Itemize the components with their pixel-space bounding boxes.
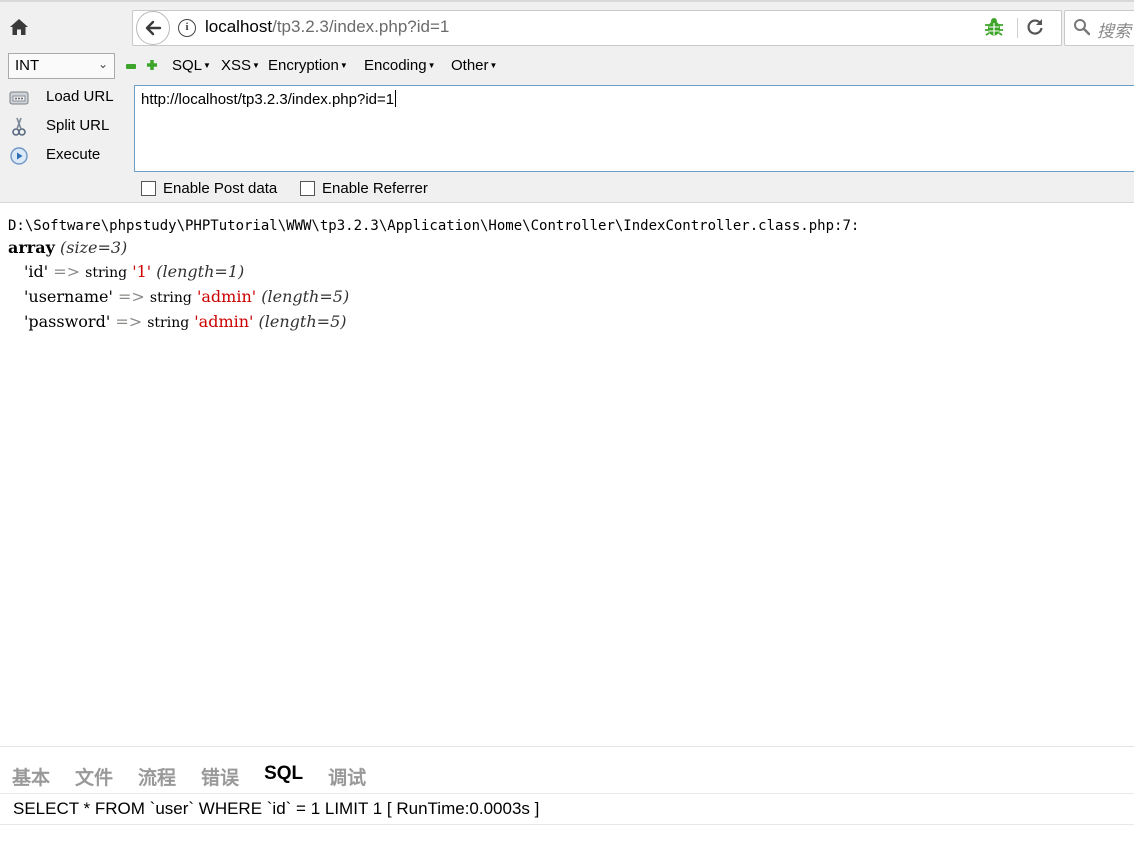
tab-basic[interactable]: 基本 [12, 763, 50, 790]
menu-other[interactable]: Other▼ [451, 57, 497, 74]
dump-value: 'admin' [196, 287, 257, 306]
menu-encoding[interactable]: Encoding▼ [364, 57, 435, 74]
execute-button[interactable]: Execute [6, 144, 126, 168]
bug-icon[interactable] [984, 17, 1004, 37]
divider [0, 824, 1134, 825]
dump-length: (length=5) [258, 312, 347, 331]
caret-down-icon: ▼ [427, 61, 436, 70]
referrer-label: Enable Referrer [322, 180, 428, 197]
post-data-label: Enable Post data [163, 180, 278, 197]
caret-down-icon: ▼ [339, 61, 348, 70]
scissors-icon [12, 117, 26, 136]
dump-row: 'id' => string '1' (length=1) [8, 260, 859, 285]
decrease-icon[interactable] [126, 64, 136, 69]
divider [0, 793, 1134, 794]
caret-down-icon: ▼ [203, 61, 211, 70]
home-icon [10, 19, 28, 35]
menu-sql[interactable]: SQL▼ [172, 57, 211, 74]
search-icon [1074, 19, 1091, 36]
dump-key: 'password' [24, 312, 111, 331]
dump-header: array (size=3) [8, 236, 859, 260]
dump-value-type: string [149, 290, 192, 306]
menu-encryption[interactable]: Encryption▼ [268, 57, 348, 74]
execute-label: Execute [46, 146, 101, 163]
chevron-down-icon: ⌄ [97, 57, 108, 71]
referrer-checkbox[interactable] [300, 181, 315, 196]
url-path: /tp3.2.3/index.php?id=1 [272, 17, 450, 36]
address-text[interactable]: localhost/tp3.2.3/index.php?id=1 [205, 17, 449, 37]
load-url-icon [9, 91, 29, 105]
sql-query: SELECT * FROM `user` WHERE `id` = 1 LIMI… [13, 799, 540, 818]
split-url-label: Split URL [46, 117, 110, 134]
dump-size: (size=3) [59, 238, 128, 257]
split-url-button[interactable]: Split URL [6, 115, 126, 139]
hackbar-panel: INT ⌄ SQL▼ XSS▼ Encryption▼ Encoding▼ Ot… [0, 50, 1134, 203]
tab-sql[interactable]: SQL [264, 763, 303, 790]
type-select-value: INT [15, 57, 40, 74]
dump-length: (length=5) [261, 287, 350, 306]
dump-key: 'username' [24, 287, 113, 306]
dump-value: '1' [132, 262, 152, 281]
increase-icon[interactable] [146, 59, 158, 71]
home-button[interactable] [6, 14, 32, 40]
arrow-icon: => [53, 262, 81, 281]
load-url-label: Load URL [46, 88, 114, 105]
url-textarea-value: http://localhost/tp3.2.3/index.php?id=1 [141, 91, 395, 108]
menu-xss[interactable]: XSS▼ [221, 57, 260, 74]
menu-sql-label: SQL [172, 57, 203, 74]
post-data-option[interactable]: Enable Post data [141, 180, 277, 197]
url-textarea[interactable]: http://localhost/tp3.2.3/index.php?id=1 [134, 85, 1134, 172]
reload-icon[interactable] [1025, 17, 1045, 37]
referrer-option[interactable]: Enable Referrer [300, 180, 428, 197]
load-url-button[interactable]: Load URL [6, 86, 126, 110]
dump-value: 'admin' [194, 312, 254, 331]
dump-file-path: D:\Software\phpstudy\PHPTutorial\WWW\tp3… [8, 218, 860, 234]
menu-other-label: Other [451, 57, 489, 74]
trace-tabs: 基本 文件 流程 错误 SQL 调试 [12, 763, 391, 790]
dump-row: 'username' => string 'admin' (length=5) [8, 285, 859, 310]
menu-encryption-label: Encryption [268, 57, 339, 74]
caret-down-icon: ▼ [252, 61, 260, 70]
dump-key: 'id' [24, 262, 49, 281]
caret-down-icon: ▼ [489, 61, 498, 70]
var-dump: array (size=3) 'id' => string '1' (lengt… [8, 236, 859, 335]
arrow-icon: => [115, 312, 143, 331]
dump-row: 'password' => string 'admin' (length=5) [8, 310, 859, 335]
post-data-checkbox[interactable] [141, 181, 156, 196]
dump-type: array [8, 238, 55, 257]
url-host: localhost [205, 17, 273, 36]
back-arrow-icon [145, 20, 162, 36]
dump-length: (length=1) [156, 262, 245, 281]
tab-files[interactable]: 文件 [75, 763, 113, 790]
tab-errors[interactable]: 错误 [201, 763, 239, 790]
page-content: D:\Software\phpstudy\PHPTutorial\WWW\tp3… [8, 218, 859, 335]
tab-flow[interactable]: 流程 [138, 763, 176, 790]
menu-encoding-label: Encoding [364, 57, 427, 74]
menu-xss-label: XSS [221, 57, 252, 74]
search-placeholder[interactable]: 搜索 [1097, 17, 1131, 42]
trace-panel: 基本 文件 流程 错误 SQL 调试 SELECT * FROM `user` … [0, 746, 1134, 853]
toolbar-divider [1017, 18, 1018, 38]
back-button[interactable] [136, 11, 170, 45]
tab-debug[interactable]: 调试 [328, 763, 366, 790]
play-icon [10, 147, 28, 165]
arrow-icon: => [118, 287, 145, 306]
dump-value-type: string [85, 265, 128, 281]
type-select[interactable]: INT ⌄ [8, 53, 115, 79]
dump-value-type: string [147, 315, 190, 331]
text-cursor [395, 90, 397, 107]
browser-toolbar: i localhost/tp3.2.3/index.php?id=1 搜索 [0, 0, 1134, 50]
site-info-icon[interactable]: i [178, 19, 196, 37]
